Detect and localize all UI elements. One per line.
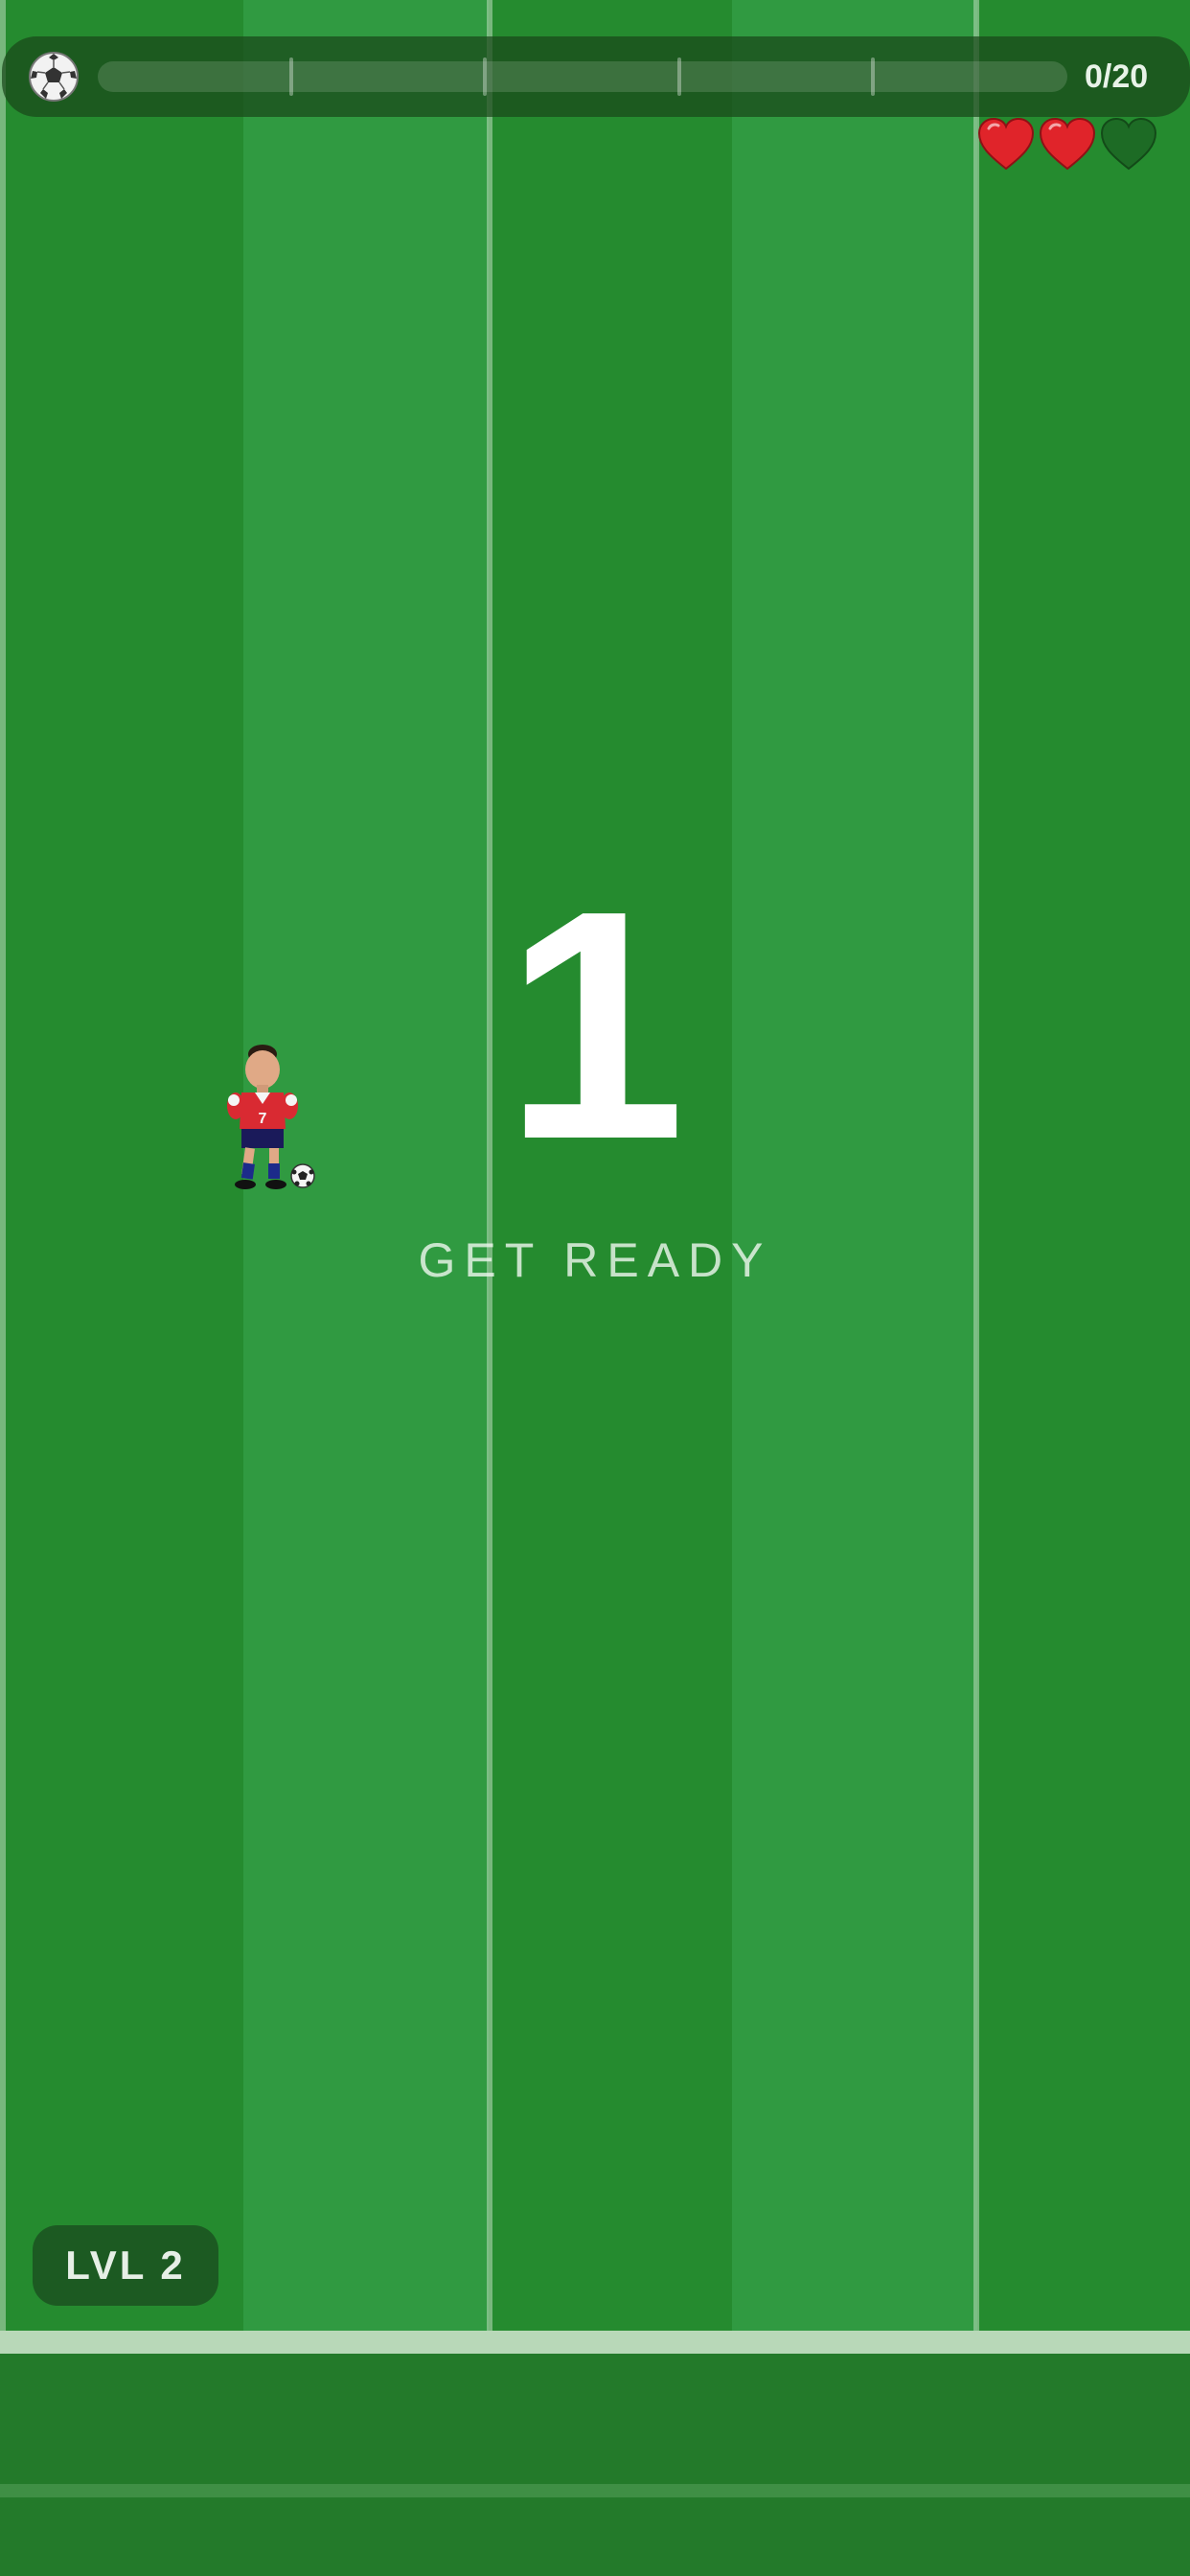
milestone-tick	[483, 58, 487, 96]
goal-progress-bar	[98, 58, 1067, 96]
get-ready-label: GET READY	[418, 1233, 772, 1287]
progress-hud: 0/20	[2, 36, 1190, 117]
goal-counter: 0/20	[1085, 58, 1149, 95]
countdown-number: 1	[504, 843, 686, 1208]
goal-line	[0, 2331, 1190, 2354]
heart-icon	[1039, 117, 1096, 171]
pitch-stripe	[0, 0, 243, 2334]
level-badge: LVL 2	[33, 2225, 218, 2306]
pitch-stripe	[977, 0, 1190, 2334]
milestone-tick	[677, 58, 681, 96]
player-shirt-number: 7	[259, 1111, 267, 1127]
bottom-field-line	[0, 2484, 1190, 2497]
player-sprite: 7	[227, 1045, 315, 1189]
heart-empty-icon	[1100, 117, 1157, 171]
lane-line	[973, 0, 979, 2334]
milestone-tick	[871, 58, 875, 96]
heart-icon	[977, 117, 1035, 171]
milestone-tick	[289, 58, 293, 96]
pitch-bottom-area	[0, 2354, 1190, 2576]
lives-indicator	[977, 117, 1179, 174]
soccer-ball-icon	[29, 52, 79, 102]
sideline	[0, 0, 6, 2334]
